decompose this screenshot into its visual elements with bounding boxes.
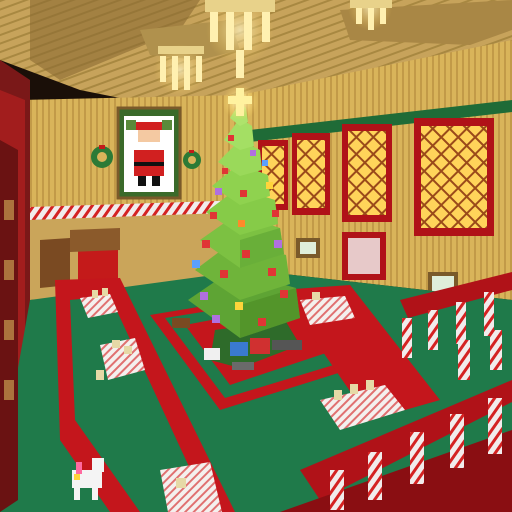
game-viewport[interactable]	[0, 0, 512, 512]
santa-painting	[116, 106, 182, 200]
chandelier	[154, 44, 206, 96]
window-lattice-4	[414, 118, 494, 236]
christmas-hall-scene	[0, 0, 512, 512]
left-wall-edge	[0, 140, 18, 512]
window-lattice-3	[342, 124, 392, 222]
window-lattice-2	[292, 133, 330, 215]
star-topper	[222, 84, 258, 120]
